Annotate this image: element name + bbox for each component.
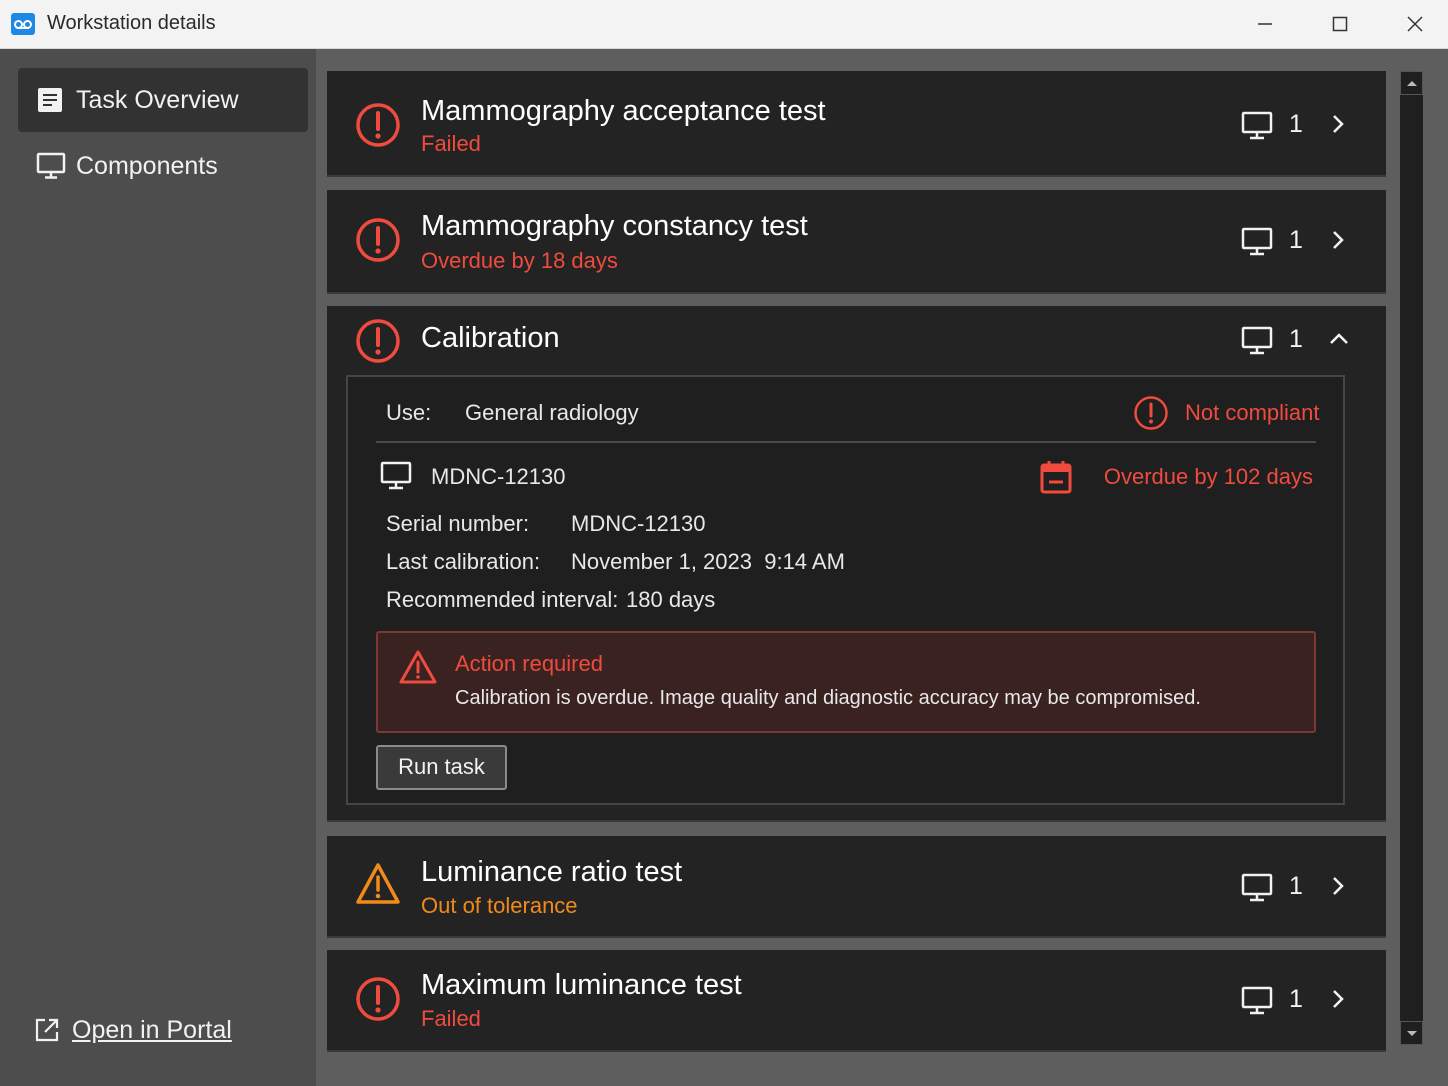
interval-value: 180 days <box>626 587 716 612</box>
action-required-alert: Action required Calibration is overdue. … <box>376 631 1316 733</box>
minimize-button[interactable] <box>1230 0 1300 48</box>
task-card[interactable]: Mammography acceptance test Failed 1 <box>327 71 1386 177</box>
task-list: Mammography acceptance test Failed 1 Mam… <box>316 49 1448 1086</box>
task-title: Luminance ratio test <box>421 856 683 888</box>
warning-triangle-icon <box>399 650 437 684</box>
task-title: Mammography acceptance test <box>421 95 826 127</box>
component-count: 1 <box>1289 985 1303 1013</box>
calendar-icon <box>1040 461 1072 494</box>
chevron-right-icon[interactable] <box>1328 229 1348 251</box>
task-title[interactable]: Calibration <box>421 322 560 355</box>
task-status: Overdue by 18 days <box>421 248 618 273</box>
document-icon <box>38 88 62 112</box>
task-meta: 1 <box>1226 980 1386 1020</box>
task-title: Mammography constancy test <box>421 210 808 242</box>
task-card[interactable]: Mammography constancy test Overdue by 18… <box>327 190 1386 294</box>
sidebar: Task Overview Components Open in Portal <box>0 49 316 1086</box>
calibration-detail-panel: Use: General radiology Not compliant MDN… <box>346 375 1345 805</box>
task-meta: 1 <box>1226 320 1386 360</box>
use-label: Use: <box>386 400 432 425</box>
run-task-button[interactable]: Run task <box>376 745 507 790</box>
component-count: 1 <box>1289 872 1303 900</box>
monitor-icon <box>1241 986 1273 1015</box>
task-status: Out of tolerance <box>421 893 578 918</box>
maximize-button[interactable] <box>1305 0 1375 48</box>
window-title: Workstation details <box>47 12 216 34</box>
alert-message: Calibration is overdue. Image quality an… <box>455 687 1201 709</box>
serial-label: Serial number: <box>386 511 530 536</box>
task-status: Failed <box>421 131 481 156</box>
chevron-up-icon[interactable] <box>1328 328 1350 350</box>
monitor-icon <box>1241 111 1273 140</box>
component-count: 1 <box>1289 226 1303 254</box>
divider <box>376 441 1316 443</box>
overdue-status: Overdue by 102 days <box>1033 459 1313 495</box>
use-value: General radiology <box>465 400 639 425</box>
task-card[interactable]: Maximum luminance test Failed 1 <box>327 950 1386 1052</box>
component-count: 1 <box>1289 325 1303 353</box>
sidebar-item-label: Task Overview <box>76 86 239 114</box>
external-link-icon <box>35 1018 59 1042</box>
vertical-scrollbar[interactable] <box>1400 71 1423 1045</box>
task-status: Failed <box>421 1006 481 1031</box>
monitor-icon <box>1241 227 1273 256</box>
error-circle-icon <box>356 103 400 147</box>
task-meta: 1 <box>1226 105 1386 145</box>
compliance-status: Not compliant <box>1133 395 1320 431</box>
error-circle-icon <box>356 977 400 1021</box>
last-calibration-label: Last calibration: <box>386 549 541 574</box>
close-button[interactable] <box>1380 0 1448 48</box>
alert-title: Action required <box>455 651 603 676</box>
chevron-right-icon[interactable] <box>1328 113 1348 135</box>
monitor-icon <box>1241 326 1273 355</box>
chevron-right-icon[interactable] <box>1328 875 1348 897</box>
minimize-icon <box>1258 23 1272 25</box>
monitor-icon <box>380 461 412 490</box>
maximize-icon <box>1332 16 1348 32</box>
sidebar-item-label: Components <box>76 152 218 180</box>
sidebar-item-task-overview[interactable]: Task Overview <box>18 68 308 132</box>
warning-triangle-icon <box>356 863 400 904</box>
chevron-right-icon[interactable] <box>1328 988 1348 1010</box>
task-title: Maximum luminance test <box>421 969 742 1001</box>
error-circle-icon <box>1134 396 1168 430</box>
overdue-label: Overdue by 102 days <box>1103 464 1313 489</box>
close-icon <box>1407 16 1423 32</box>
last-calibration-value: November 1, 2023 9:14 AM <box>571 549 845 574</box>
sidebar-item-components[interactable]: Components <box>18 134 308 198</box>
compliance-label: Not compliant <box>1185 400 1320 425</box>
component-count: 1 <box>1289 110 1303 138</box>
task-meta: 1 <box>1226 221 1386 261</box>
portal-link-label: Open in Portal <box>72 1016 232 1044</box>
interval-label: Recommended interval: <box>386 587 619 612</box>
app-logo-icon <box>11 13 35 35</box>
error-circle-icon <box>356 218 400 262</box>
monitor-icon <box>36 152 66 179</box>
serial-value: MDNC-12130 <box>571 511 706 536</box>
task-card[interactable]: Luminance ratio test Out of tolerance 1 <box>327 836 1386 938</box>
monitor-icon <box>1241 873 1273 902</box>
task-meta: 1 <box>1226 867 1386 907</box>
title-bar: Workstation details <box>0 0 1448 49</box>
error-circle-icon <box>356 319 400 363</box>
scroll-up-button[interactable] <box>1400 71 1423 95</box>
scroll-down-button[interactable] <box>1400 1021 1423 1045</box>
component-name: MDNC-12130 <box>431 464 566 489</box>
